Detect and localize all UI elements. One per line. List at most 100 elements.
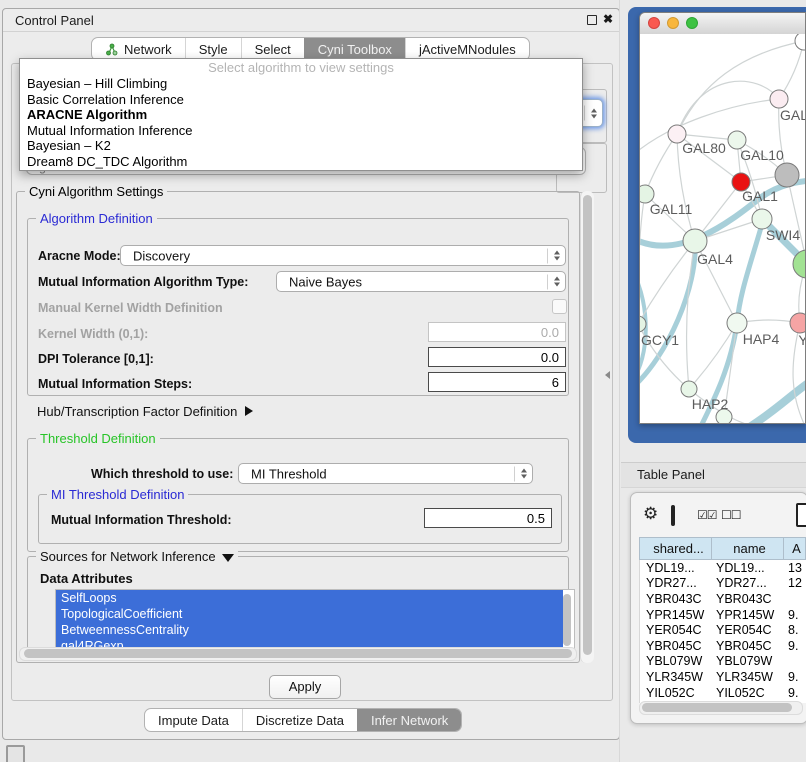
settings-hscrollbar[interactable] (19, 647, 577, 661)
algorithm-option[interactable]: Basic Correlation Inference (20, 92, 582, 108)
mi-type-label: Mutual Information Algorithm Type: (38, 275, 248, 289)
network-node-swi4[interactable] (752, 209, 772, 229)
table-row[interactable]: YLR345WYLR345W9. (640, 669, 806, 685)
algorithm-option[interactable]: ARACNE Algorithm (20, 107, 582, 123)
collapse-down-icon (222, 554, 234, 562)
algorithm-definition-title: Algorithm Definition (36, 211, 157, 226)
manual-kernel-checkbox[interactable] (552, 299, 567, 314)
algorithm-dropdown-popup: Select algorithm to view settings Bayesi… (19, 58, 583, 171)
column-header-shared-name[interactable]: shared... (640, 538, 712, 559)
mi-threshold-group-title: MI Threshold Definition (47, 487, 188, 502)
table-row[interactable]: YIL052CYIL052C9. (640, 685, 806, 701)
table-row[interactable]: YER054CYER054C8. (640, 622, 806, 638)
table-row[interactable]: YBL079WYBL079W (640, 654, 806, 670)
table-row[interactable]: YBR045CYBR045C9. (640, 638, 806, 654)
popup-placeholder: Select algorithm to view settings (20, 59, 582, 76)
apply-button[interactable]: Apply (269, 675, 341, 699)
table-row[interactable]: YDR27...YDR27...12 (640, 576, 806, 592)
table-panel-titlebar[interactable]: Table Panel (621, 462, 806, 488)
column-header-name[interactable]: name (712, 538, 784, 559)
mi-steps-field[interactable]: 6 (428, 372, 566, 392)
network-window-titlebar[interactable] (640, 13, 805, 35)
tab-discretize-data[interactable]: Discretize Data (242, 709, 357, 731)
column-header-clipped[interactable]: A (784, 538, 806, 559)
minimize-traffic-light[interactable] (667, 17, 679, 29)
threshold-definition-group: Threshold Definition Which threshold to … (27, 438, 569, 552)
data-attributes-list[interactable]: SelfLoopsTopologicalCoefficientBetweenne… (55, 589, 575, 655)
close-traffic-light[interactable] (648, 17, 660, 29)
node-label: HAP2 (692, 396, 729, 412)
network-canvas[interactable]: GALGAL80GAL10GAL1GAL11SWI4GAL4GCY1HAP4YH… (640, 34, 805, 423)
mi-threshold-field[interactable]: 0.5 (424, 508, 552, 528)
table-row[interactable]: YBR043CYBR043C (640, 591, 806, 607)
mi-algorithm-type-select[interactable]: Naive Bayes (276, 271, 566, 292)
bottom-tabbar: Impute Data Discretize Data Infer Networ… (144, 708, 462, 732)
node-label: GAL80 (682, 140, 726, 156)
minimized-panel-icon[interactable] (6, 745, 25, 762)
node-label: GCY1 (641, 332, 679, 348)
tab-network-label: Network (124, 42, 172, 57)
network-node-gal[interactable] (770, 90, 788, 108)
mi-type-value: Naive Bayes (289, 274, 362, 289)
list-scrollbar-thumb[interactable] (563, 594, 571, 646)
network-view-frame: GALGAL80GAL10GAL1GAL11SWI4GAL4GCY1HAP4YH… (628, 7, 806, 443)
algorithm-option[interactable]: Dream8 DC_TDC Algorithm (20, 154, 582, 170)
tab-network[interactable]: Network (92, 38, 185, 60)
kernel-width-label: Kernel Width (0,1): (38, 327, 148, 341)
control-panel-window: Control Panel ✖ Network Style Se (2, 8, 620, 740)
which-threshold-value: MI Threshold (251, 466, 327, 481)
data-attribute-item[interactable]: TopologicalCoefficient (56, 606, 563, 622)
settings-vscrollbar[interactable] (580, 191, 594, 663)
table-body: YDL19...YDL19...13YDR27...YDR27...12YBR0… (639, 560, 806, 703)
algorithm-definition-group: Algorithm Definition Aracne Mode: Discov… (27, 218, 569, 396)
select-all-columns-icon[interactable]: ☑☑ (697, 508, 717, 522)
table-row[interactable]: YDL19...YDL19...13 (640, 560, 806, 576)
data-attribute-item[interactable]: BetweennessCentrality (56, 622, 563, 638)
hub-definition-expander[interactable]: Hub/Transcription Factor Definition (37, 404, 253, 419)
mi-threshold-group: MI Threshold Definition Mutual Informati… (38, 494, 562, 544)
close-icon[interactable]: ✖ (603, 12, 613, 26)
table-hscrollbar[interactable] (639, 701, 803, 715)
network-node-gal4[interactable] (683, 229, 707, 253)
tab-select[interactable]: Select (241, 38, 304, 60)
dpi-tolerance-field[interactable]: 0.0 (428, 347, 566, 367)
kernel-width-field[interactable]: 0.0 (428, 322, 566, 342)
tab-jactivemnodules[interactable]: jActiveMNodules (405, 38, 529, 60)
network-node-hap2[interactable] (681, 381, 697, 397)
tab-infer-network[interactable]: Infer Network (357, 709, 461, 731)
tab-cyni-toolbox[interactable]: Cyni Toolbox (304, 38, 405, 60)
data-attribute-item[interactable]: SelfLoops (56, 590, 563, 606)
node-label: HAP4 (743, 331, 780, 347)
network-node[interactable] (775, 163, 799, 187)
sources-group-title[interactable]: Sources for Network Inference (36, 549, 238, 564)
algorithm-option[interactable]: Mutual Information Inference (20, 123, 582, 139)
deselect-all-columns-icon[interactable]: ☐☐ (721, 508, 741, 522)
document-icon[interactable] (796, 503, 806, 527)
network-node-y[interactable] (790, 313, 805, 333)
mi-steps-label: Mutual Information Steps: (38, 377, 192, 391)
algorithm-option[interactable]: Bayesian – Hill Climbing (20, 76, 582, 92)
table-row[interactable]: YPR145WYPR145W9. (640, 607, 806, 623)
network-node[interactable] (795, 34, 805, 50)
tab-style[interactable]: Style (185, 38, 241, 60)
panel-divider (619, 0, 620, 762)
control-panel-titlebar[interactable]: Control Panel ✖ (3, 9, 619, 32)
split-columns-icon[interactable] (671, 505, 675, 526)
tab-impute-data[interactable]: Impute Data (145, 709, 242, 731)
hub-definition-label: Hub/Transcription Factor Definition (37, 404, 237, 419)
sources-group: Sources for Network Inference Data Attri… (27, 556, 569, 660)
float-window-icon[interactable] (587, 15, 597, 25)
algorithm-option[interactable]: Bayesian – K2 (20, 138, 582, 154)
settings-vscrollbar-thumb[interactable] (583, 195, 592, 655)
table-panel-window: ⚙ ☑☑ ☐☐ shared... name A YDL19...YDL19..… (630, 492, 806, 724)
table-header-row: shared... name A (639, 537, 806, 560)
node-label: Y (798, 332, 805, 348)
divider-grip-icon[interactable] (605, 371, 610, 379)
settings-hscrollbar-thumb[interactable] (24, 649, 572, 658)
aracne-mode-select[interactable]: Discovery (120, 245, 566, 266)
zoom-traffic-light[interactable] (686, 17, 698, 29)
gear-icon[interactable]: ⚙ (643, 504, 658, 524)
table-hscrollbar-thumb[interactable] (642, 703, 792, 712)
network-node-hap4[interactable] (727, 313, 747, 333)
which-threshold-select[interactable]: MI Threshold (238, 463, 533, 484)
